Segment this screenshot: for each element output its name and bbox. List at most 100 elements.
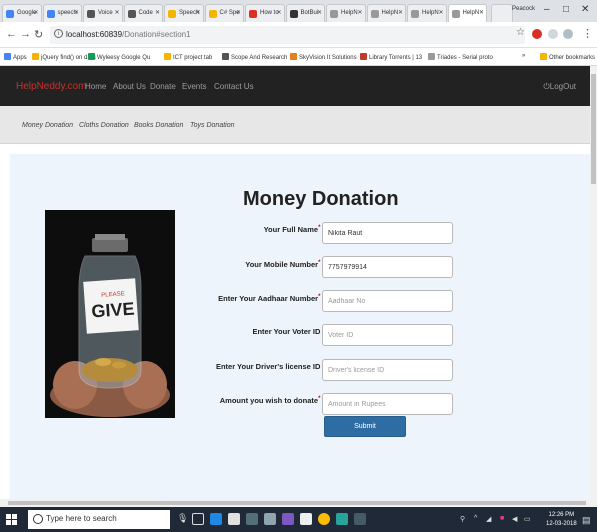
maximize-icon[interactable]: □ <box>563 4 569 15</box>
logout-link[interactable]: ⏻LogOut <box>543 82 576 92</box>
visual-studio-icon[interactable] <box>282 513 294 525</box>
tray-chevron-icon[interactable]: ^ <box>474 515 477 522</box>
horizontal-scroll-thumb[interactable] <box>8 501 586 505</box>
tab-favicon-icon <box>249 10 257 18</box>
bookmark-item[interactable]: jQuery find() on data <box>32 53 96 61</box>
mobile-number-input[interactable] <box>322 256 453 278</box>
driver-license-label: Enter Your Driver's license ID : <box>215 362 325 371</box>
forward-icon[interactable]: → <box>20 28 31 40</box>
driver-license-input[interactable] <box>322 359 453 381</box>
url-input[interactable]: i localhost:60839/Donation#section1 <box>50 26 525 44</box>
battery-icon[interactable]: ▭ <box>524 515 531 523</box>
nav-donate[interactable]: Donate <box>150 82 176 91</box>
tab-close-icon[interactable]: ✕ <box>74 9 79 16</box>
volume-icon[interactable]: ◀ <box>512 515 517 523</box>
browser-tab[interactable]: HelpN ✕ <box>326 4 366 22</box>
system-clock[interactable]: 12:26 PM 12-03-2018 <box>546 511 577 529</box>
browser-tab[interactable]: Code ✕ <box>123 4 163 22</box>
menu-icon[interactable]: ⋮ <box>582 27 593 40</box>
subnav-books-donation[interactable]: Books Donation <box>134 122 183 129</box>
tab-close-icon[interactable]: ✕ <box>155 9 160 16</box>
nav-about-us[interactable]: About Us <box>113 82 146 91</box>
browser-tab[interactable]: C# Spe ✕ <box>204 4 244 22</box>
back-icon[interactable]: ← <box>6 28 17 40</box>
edge-icon[interactable] <box>210 513 222 525</box>
app-tray-icon[interactable]: ■ <box>500 515 504 522</box>
site-info-icon[interactable]: i <box>54 29 63 38</box>
bookmark-item[interactable]: Apps <box>4 53 27 61</box>
tab-close-icon[interactable]: ✕ <box>357 9 362 16</box>
tab-close-icon[interactable]: ✕ <box>195 9 200 16</box>
app-icon[interactable] <box>246 513 258 525</box>
tab-close-icon[interactable]: ✕ <box>114 9 119 16</box>
extension-icon[interactable] <box>563 29 573 39</box>
bookmark-item[interactable]: ICT project tab <box>164 53 212 61</box>
browser-tab[interactable]: Voice ✕ <box>83 4 123 22</box>
required-asterisk: * <box>318 294 321 300</box>
subnav-toys-donation[interactable]: Toys Donation <box>190 122 235 129</box>
mail-icon[interactable] <box>300 513 312 525</box>
browser-tab[interactable]: speech ✕ <box>42 4 82 22</box>
browser-tab[interactable]: Speech ✕ <box>164 4 204 22</box>
minimize-icon[interactable]: – <box>544 4 550 15</box>
bookmark-item[interactable]: Library Torrents | 13 <box>360 53 422 61</box>
notifications-icon[interactable]: ▤ <box>582 515 591 526</box>
close-window-icon[interactable]: ✕ <box>581 4 589 15</box>
tab-favicon-icon <box>6 10 14 18</box>
voter-id-input[interactable] <box>322 324 453 346</box>
tab-close-icon[interactable]: ✕ <box>438 9 443 16</box>
tab-favicon-icon <box>46 10 55 18</box>
horizontal-scrollbar[interactable] <box>0 499 597 507</box>
browser-tab[interactable]: How to ✕ <box>245 4 285 22</box>
bookmark-item[interactable]: Scope And Research <box>222 53 287 61</box>
people-icon[interactable]: ⚲ <box>460 515 465 523</box>
cortana-icon <box>33 514 43 524</box>
tab-favicon-icon <box>127 10 136 18</box>
chrome-icon[interactable] <box>318 513 330 525</box>
full-name-input[interactable] <box>322 222 453 244</box>
tab-close-icon[interactable]: ✕ <box>33 9 38 16</box>
tab-close-icon[interactable]: ✕ <box>398 9 403 16</box>
profile-name[interactable]: Peacock <box>512 6 535 12</box>
bookmark-star-icon[interactable]: ☆ <box>516 27 525 38</box>
browser-tab[interactable]: HelpN ✕ <box>407 4 447 22</box>
other-bookmarks[interactable]: Other bookmarks <box>540 53 595 61</box>
windows-start-icon[interactable] <box>6 514 17 525</box>
reload-icon[interactable]: ↻ <box>34 28 43 41</box>
tab-close-icon[interactable]: ✕ <box>479 9 484 16</box>
donation-amount-input[interactable] <box>322 393 453 415</box>
submit-button[interactable]: Submit <box>324 416 406 437</box>
app-icon[interactable] <box>264 513 276 525</box>
browser-tab[interactable]: BotBui ✕ <box>285 4 325 22</box>
bookmark-item[interactable]: Wyleesy Google Qu <box>88 53 150 61</box>
bookmark-item[interactable]: SkyVision It Solutions <box>290 53 357 61</box>
more-bookmarks-icon[interactable]: » <box>522 53 525 59</box>
tab-close-icon[interactable]: ✕ <box>276 9 281 16</box>
vertical-scrollbar[interactable] <box>590 66 597 499</box>
microphone-icon[interactable]: 🎙 <box>177 513 188 524</box>
nav-events[interactable]: Events <box>182 82 206 91</box>
subnav-money-donation[interactable]: Money Donation <box>22 122 73 129</box>
site-brand[interactable]: HelpNeddy.com <box>16 81 86 92</box>
tab-close-icon[interactable]: ✕ <box>317 9 322 16</box>
subnav-cloths-donation[interactable]: Cloths Donation <box>79 122 129 129</box>
extension-icon[interactable] <box>548 29 558 39</box>
bookmark-item[interactable]: Triades - Serial proto <box>428 53 493 61</box>
nav-home[interactable]: Home <box>85 82 106 91</box>
extension-icon[interactable] <box>532 29 542 39</box>
vertical-scroll-thumb[interactable] <box>591 74 596 184</box>
nav-contact-us[interactable]: Contact Us <box>214 82 254 91</box>
aadhaar-number-input[interactable] <box>322 290 453 312</box>
new-tab-button[interactable] <box>491 4 513 22</box>
taskbar-search-input[interactable]: Type here to search <box>28 510 170 529</box>
store-icon[interactable] <box>228 513 240 525</box>
browser-tab[interactable]: Google ✕ <box>2 4 42 22</box>
browser-tab[interactable]: HelpN ✕ <box>447 4 487 22</box>
network-icon[interactable]: ◢ <box>486 515 491 523</box>
tab-close-icon[interactable]: ✕ <box>236 9 241 16</box>
app-icon[interactable] <box>354 513 366 525</box>
app-icon[interactable] <box>336 513 348 525</box>
browser-tab[interactable]: HelpN ✕ <box>366 4 406 22</box>
task-view-icon[interactable] <box>192 513 204 525</box>
tab-title: HelpN <box>341 10 358 16</box>
